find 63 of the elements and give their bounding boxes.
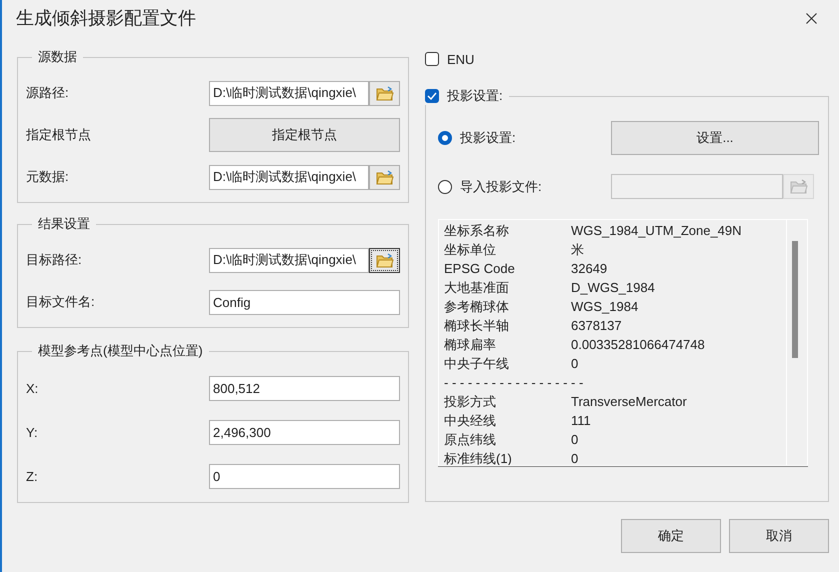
settings-button[interactable]: 设置...	[611, 120, 819, 154]
path-field[interactable]: D:\临时测试数据\qingxie\	[209, 248, 369, 272]
field-label: Y:	[26, 424, 38, 440]
input-field[interactable]: Config	[209, 290, 400, 314]
property-value: 0	[571, 432, 578, 447]
close-icon	[806, 12, 817, 24]
property-name: 椭球扁率	[444, 336, 497, 354]
group-title: 源数据	[37, 48, 78, 66]
property-name: 参考椭球体	[444, 298, 510, 316]
property-name: 投影方式	[444, 392, 497, 410]
field-label: 元数据:	[26, 168, 69, 186]
checkbox-label: 投影设置:	[447, 87, 503, 105]
path-field[interactable]: D:\临时测试数据\qingxie\	[209, 80, 369, 106]
radio-label: 导入投影文件:	[460, 178, 543, 196]
property-value: 0	[571, 451, 578, 465]
property-name: EPSG Code	[444, 261, 516, 276]
field-label: 目标路径:	[26, 251, 82, 269]
property-name: 标准纬线(1)	[444, 450, 513, 465]
input-field[interactable]: 2,496,300	[209, 420, 400, 444]
window-title: 生成倾斜摄影配置文件	[16, 7, 196, 30]
property-value: 0	[571, 356, 578, 371]
group-title: 模型参考点(模型中心点位置)	[37, 342, 204, 360]
separator-line: - - - - - - - - - - - - - - - - - -	[444, 375, 584, 390]
property-value: WGS_1984	[571, 299, 638, 314]
field-label: Z:	[26, 468, 38, 484]
close-button[interactable]	[804, 10, 819, 26]
input-field[interactable]: 0	[209, 464, 400, 488]
property-name: 椭球长半轴	[444, 316, 510, 334]
folder-icon	[376, 86, 394, 100]
property-value: 111	[571, 413, 591, 428]
property-value: 0.00335281066474748	[571, 337, 705, 352]
checkbox-label: ENU	[447, 52, 474, 66]
checkbox[interactable]	[425, 52, 439, 66]
input-field[interactable]: 800,512	[209, 376, 400, 400]
path-field[interactable]: D:\临时测试数据\qingxie\	[209, 164, 369, 190]
folder-icon	[376, 170, 394, 184]
dialog-button[interactable]: 确定	[621, 519, 721, 553]
property-name: 坐标单位	[444, 240, 497, 258]
folder-icon	[376, 252, 394, 268]
property-name: 中央经线	[444, 412, 497, 430]
browse-button[interactable]	[369, 248, 400, 272]
group-title: 结果设置	[37, 215, 91, 233]
field-label: X:	[26, 380, 38, 396]
property-value: WGS_1984_UTM_Zone_49N	[571, 223, 742, 238]
property-value: 6378137	[571, 318, 622, 333]
property-name: 原点纬线	[444, 430, 497, 448]
property-value: TransverseMercator	[571, 394, 687, 409]
scrollbar-thumb[interactable]	[792, 241, 798, 358]
root-node-button[interactable]: 指定根节点	[209, 118, 400, 152]
folder-icon	[790, 179, 808, 194]
property-name: 中央子午线	[444, 354, 510, 372]
field-label: 目标文件名:	[26, 293, 95, 311]
property-name: 坐标系名称	[444, 222, 510, 240]
radio-button[interactable]	[438, 130, 452, 144]
checkbox[interactable]	[425, 89, 439, 103]
property-value: 32649	[571, 261, 608, 276]
radio-label: 投影设置:	[460, 128, 517, 146]
property-name: 大地基准面	[444, 278, 510, 296]
field-label: 指定根节点	[26, 126, 91, 144]
dialog-button[interactable]: 取消	[729, 519, 829, 553]
property-value: 米	[571, 240, 584, 258]
property-value: D_WGS_1984	[571, 280, 655, 295]
field-label: 源路径:	[26, 84, 69, 102]
